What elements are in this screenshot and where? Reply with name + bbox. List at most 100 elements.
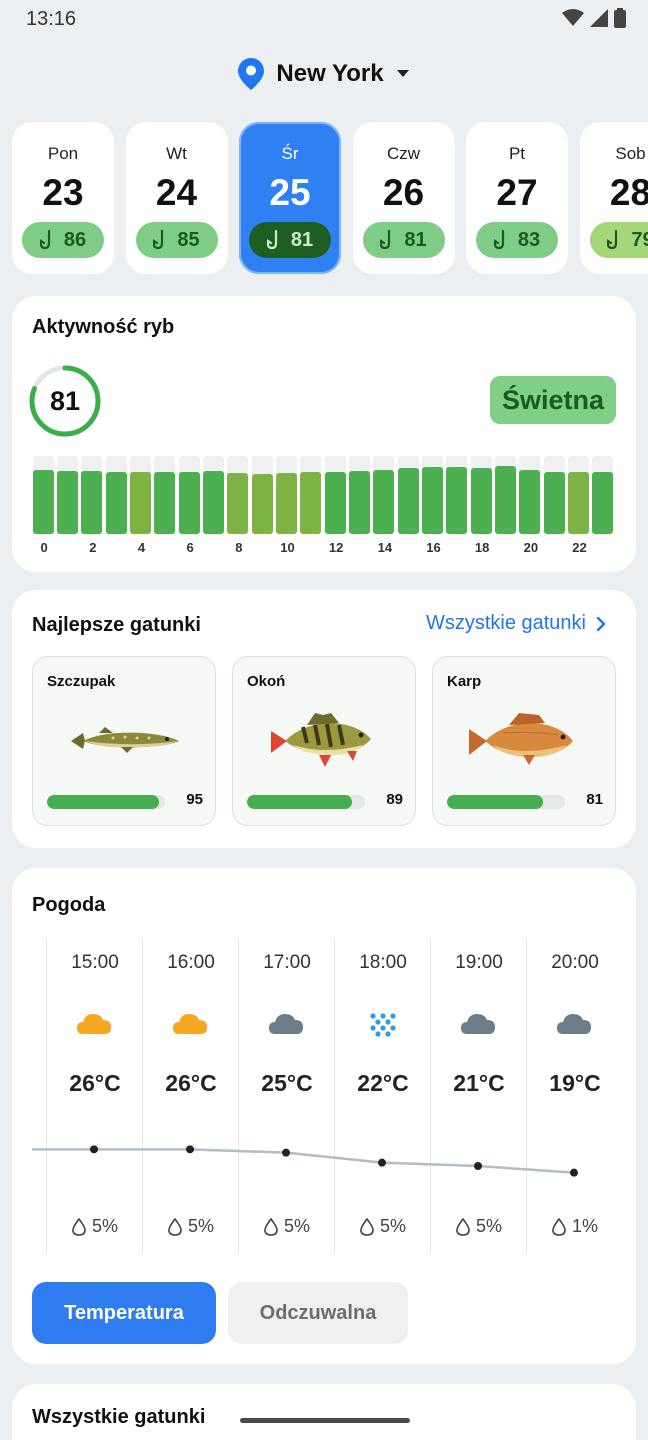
species-card-carp[interactable]: Karp 81 xyxy=(432,656,616,826)
activity-bar xyxy=(519,456,541,534)
fish-hook-icon xyxy=(380,230,391,250)
day-card[interactable]: Pt 27 83 xyxy=(466,122,568,274)
activity-bar xyxy=(154,456,176,534)
all-species-link[interactable]: Wszystkie gatunki xyxy=(426,612,606,635)
day-card[interactable]: Śr 25 81 xyxy=(239,122,341,274)
temperature-point xyxy=(378,1158,386,1167)
day-name: Pon xyxy=(47,144,79,163)
day-card[interactable]: Pon 23 86 xyxy=(12,122,114,274)
species-score: 81 xyxy=(586,791,603,808)
day-card[interactable]: Sob 28 79 xyxy=(579,122,648,274)
hour-tick-label: 16 xyxy=(426,540,441,555)
hour-tick-label: 22 xyxy=(572,540,587,555)
hour-axis: 0 2 4 6 8 10 12 14 16 18 20 22 xyxy=(32,540,616,556)
activity-bar xyxy=(446,456,468,534)
day-score-pill: 81 xyxy=(362,222,445,258)
activity-score: 81 xyxy=(49,385,81,416)
feels-like-toggle-button[interactable]: Odczuwalna xyxy=(228,1282,408,1344)
activity-bar xyxy=(81,456,103,534)
day-score-pill: 85 xyxy=(135,222,218,258)
activity-bar xyxy=(300,456,322,534)
day-score: 81 xyxy=(404,228,427,251)
activity-bar-fill xyxy=(81,470,103,534)
chevron-right-icon xyxy=(596,616,606,631)
day-name: Śr xyxy=(281,144,299,163)
carp-icon xyxy=(469,713,573,765)
fish-activity-card: Aktywność ryb 81 Świetna 0 2 4 6 8 10 12 14 16 18… xyxy=(12,296,636,572)
status-icons xyxy=(562,8,626,28)
battery-icon xyxy=(614,8,626,28)
species-score-bar xyxy=(247,795,365,809)
location-selector[interactable]: New York xyxy=(0,58,648,90)
species-name: Karp xyxy=(447,673,482,690)
hour-tick-label: 0 xyxy=(40,540,48,555)
activity-bar xyxy=(421,456,443,534)
home-indicator[interactable] xyxy=(240,1418,410,1423)
perch-icon xyxy=(271,713,371,767)
weather-title: Pogoda xyxy=(32,894,106,916)
hour-tick-label: 12 xyxy=(328,540,344,555)
temperature-point xyxy=(474,1162,482,1170)
activity-bar-fill xyxy=(592,471,614,534)
activity-bar-fill xyxy=(397,467,419,534)
day-number: 25 xyxy=(269,172,311,213)
species-card-pike[interactable]: Szczupak 95 xyxy=(32,656,216,826)
activity-bar xyxy=(397,456,419,534)
species-name: Okoń xyxy=(247,673,286,690)
activity-bar xyxy=(348,456,370,534)
best-species-card: Najlepsze gatunki Wszystkie gatunki Szcz… xyxy=(12,590,636,848)
activity-bar xyxy=(129,456,151,534)
temperature-point xyxy=(282,1148,290,1157)
temperature-toggle-button[interactable]: Temperatura xyxy=(32,1282,216,1344)
activity-bar-fill xyxy=(32,470,54,534)
status-bar: 13:16 xyxy=(0,0,648,40)
species-name: Szczupak xyxy=(47,673,116,690)
fish-hook-icon xyxy=(493,230,504,250)
activity-rating-badge: Świetna xyxy=(489,376,616,424)
hour-tick-label: 10 xyxy=(280,540,295,555)
hour-tick-label: 8 xyxy=(235,540,243,555)
hour-tick-label: 14 xyxy=(377,540,393,555)
day-selector: Pon 23 86 Wt 24 85 Śr 25 81 Czw 26 81 Pt 27 83 Sob 28 79 xyxy=(12,122,648,274)
day-number: 27 xyxy=(496,172,538,213)
activity-bar xyxy=(178,456,200,534)
day-score-pill: 86 xyxy=(22,222,104,258)
all-species-link-label: Wszystkie gatunki xyxy=(425,612,586,634)
activity-bar-fill xyxy=(275,473,297,534)
hourly-activity-bars xyxy=(32,456,616,534)
activity-bar xyxy=(275,456,297,534)
activity-bar-fill xyxy=(178,471,200,534)
species-score-bar xyxy=(447,795,565,809)
species-title: Najlepsze gatunki xyxy=(32,614,201,636)
day-name: Czw xyxy=(386,144,421,163)
activity-bar-fill xyxy=(129,472,151,534)
temperature-point xyxy=(90,1145,98,1154)
day-number: 23 xyxy=(42,172,84,213)
activity-bar-fill xyxy=(300,472,322,534)
activity-bar xyxy=(251,456,273,534)
fish-hook-icon xyxy=(39,230,50,250)
day-name: Sob xyxy=(615,144,646,163)
day-card[interactable]: Wt 24 85 xyxy=(125,122,228,274)
day-score: 83 xyxy=(517,228,541,251)
day-score-pill: 83 xyxy=(476,222,558,258)
activity-bar-fill xyxy=(470,467,492,534)
activity-bar-fill xyxy=(373,470,395,534)
activity-bar xyxy=(373,456,395,534)
activity-bar-fill xyxy=(494,466,516,534)
activity-bar xyxy=(470,456,492,534)
species-score-fill xyxy=(447,795,543,809)
day-card[interactable]: Czw 26 81 xyxy=(352,122,455,274)
activity-bar-fill xyxy=(251,473,273,534)
hourly-forecast[interactable]: 14:0026°C5%15:0026°C5%16:0026°C5%17:0025… xyxy=(32,938,616,1254)
day-number: 24 xyxy=(155,172,198,213)
weather-card: Pogoda 14:0026°C5%15:0026°C5%16:0026°C5%… xyxy=(12,868,636,1364)
fish-hook-icon xyxy=(153,230,164,250)
location-name: New York xyxy=(276,60,384,87)
activity-bar-fill xyxy=(324,471,346,534)
wifi-icon xyxy=(562,9,584,26)
species-card-perch[interactable]: Okoń 89 xyxy=(232,656,416,826)
day-score: 86 xyxy=(63,228,87,251)
activity-bar xyxy=(202,456,224,534)
hour-tick-label: 4 xyxy=(137,540,146,555)
